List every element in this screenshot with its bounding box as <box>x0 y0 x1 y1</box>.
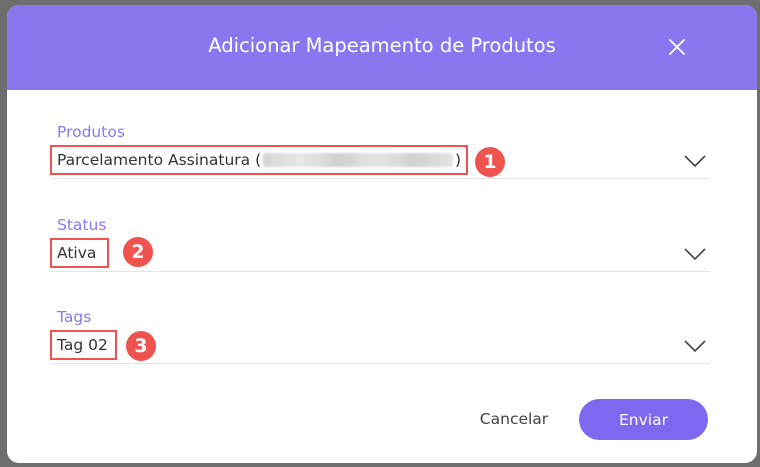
field-divider <box>50 178 710 179</box>
products-value-prefix: Parcelamento Assinatura ( <box>57 151 262 169</box>
field-divider <box>50 271 710 272</box>
close-icon[interactable] <box>665 35 689 59</box>
status-label: Status <box>57 216 107 234</box>
tags-label: Tags <box>57 308 92 326</box>
products-value-suffix: ) <box>454 151 461 169</box>
cancel-button[interactable]: Cancelar <box>459 399 569 439</box>
submit-button[interactable]: Enviar <box>579 399 708 440</box>
products-selected-value[interactable]: Parcelamento Assinatura () <box>50 145 468 175</box>
status-selected-value[interactable]: Ativa <box>50 238 109 268</box>
dialog-header: Adicionar Mapeamento de Produtos <box>7 5 757 90</box>
dialog-title: Adicionar Mapeamento de Produtos <box>208 34 556 57</box>
chevron-down-icon[interactable] <box>684 248 706 260</box>
annotation-badge-2: 2 <box>123 237 153 267</box>
redacted-text <box>263 153 453 167</box>
chevron-down-icon[interactable] <box>684 155 706 167</box>
chevron-down-icon[interactable] <box>684 340 706 352</box>
annotation-badge-3: 3 <box>126 331 156 361</box>
tags-selected-value[interactable]: Tag 02 <box>50 330 117 360</box>
products-select[interactable]: Produtos Parcelamento Assinatura () <box>50 123 710 183</box>
add-product-mapping-dialog: Adicionar Mapeamento de Produtos Produto… <box>7 5 757 463</box>
annotation-badge-1: 1 <box>475 147 505 177</box>
field-divider <box>50 363 710 364</box>
products-label: Produtos <box>57 123 125 141</box>
